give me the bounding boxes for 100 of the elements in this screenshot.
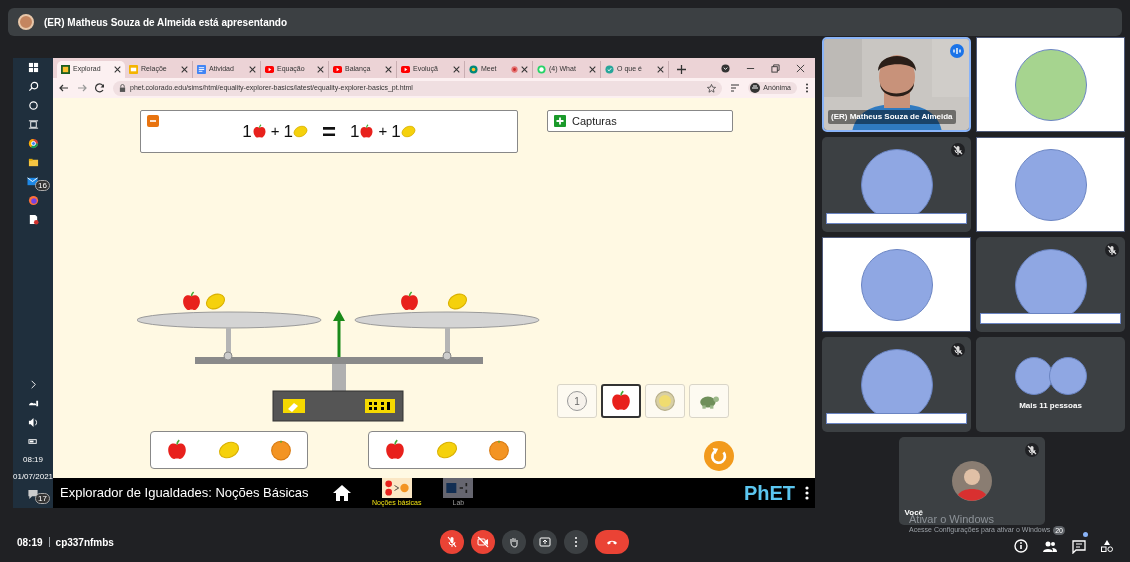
avatar <box>1014 356 1053 395</box>
mail-badge: 16 <box>35 180 50 191</box>
restore-icon[interactable] <box>771 63 780 73</box>
clock-time: 08:19 <box>23 455 43 464</box>
apple-icon[interactable] <box>401 292 418 311</box>
avatar <box>18 14 34 30</box>
chat-icon[interactable] <box>1072 539 1086 554</box>
avatar <box>951 461 992 501</box>
close-icon[interactable] <box>249 66 256 73</box>
close-icon[interactable] <box>181 66 188 73</box>
close-icon[interactable] <box>796 63 805 73</box>
close-icon[interactable] <box>589 66 596 73</box>
plus-sign: + <box>378 121 388 142</box>
equals-sign: = <box>322 116 336 147</box>
lock-icon <box>119 84 126 92</box>
reload-icon[interactable] <box>95 83 105 93</box>
menu-icon[interactable] <box>805 486 809 500</box>
apple-icon[interactable] <box>183 292 200 311</box>
windows-icon[interactable] <box>27 62 39 73</box>
coin-icon <box>654 390 676 412</box>
avatar <box>1048 356 1087 395</box>
meeting-code: cp337nfmbs <box>55 535 114 550</box>
apple-icon <box>166 439 188 461</box>
sim-title: Explorador de Igualdades: Noções Básicas <box>60 484 310 503</box>
volume-icon[interactable] <box>27 417 39 428</box>
apple-icon <box>359 124 375 139</box>
mail-icon[interactable] <box>27 176 39 187</box>
coefficient-text: 1 <box>283 120 293 143</box>
tab-search-icon[interactable] <box>721 63 730 73</box>
people-icon[interactable] <box>1042 539 1058 554</box>
play-icon <box>333 65 342 74</box>
tangerine-icon <box>488 439 510 461</box>
battery-icon[interactable] <box>27 436 39 447</box>
microphone-button[interactable] <box>440 530 464 554</box>
close-icon[interactable] <box>385 66 392 73</box>
mic-off-icon <box>446 536 458 548</box>
coefficient-text: 1 <box>350 120 360 143</box>
camera-button[interactable] <box>471 530 495 554</box>
tangerine-icon <box>270 439 292 461</box>
reset-icon <box>710 447 728 465</box>
plus-icon <box>554 115 566 127</box>
circle-icon[interactable] <box>27 100 39 111</box>
banner-text: (ER) Matheus Souza de Almeida está apresentando <box>44 15 288 30</box>
present-icon <box>539 536 551 548</box>
search-icon[interactable] <box>27 81 39 92</box>
snapshots-button[interactable]: Capturas <box>547 110 733 132</box>
lemon-icon <box>218 439 240 461</box>
new-tab-icon[interactable] <box>677 65 686 74</box>
slides-icon <box>129 65 138 74</box>
forward-icon[interactable] <box>77 83 87 93</box>
hand-icon <box>508 536 520 548</box>
notification-badge: 17 <box>35 493 50 504</box>
apple-icon <box>251 124 267 139</box>
more-options-button[interactable] <box>564 530 588 554</box>
notification-icon[interactable] <box>27 489 39 500</box>
camera-off-icon <box>477 536 489 548</box>
back-icon[interactable] <box>59 83 69 93</box>
play-icon <box>265 65 274 74</box>
close-icon[interactable] <box>521 66 528 73</box>
number-tool-button[interactable]: 1 <box>557 384 597 418</box>
close-icon[interactable] <box>453 66 460 73</box>
apple-icon <box>384 439 406 461</box>
clock-date: 01/07/2021 <box>13 472 54 481</box>
apple-icon <box>610 390 632 412</box>
chat-icon <box>537 65 546 74</box>
folder-icon[interactable] <box>27 157 39 168</box>
lemon-icon <box>293 124 308 139</box>
organize-button[interactable] <box>365 399 395 413</box>
play-icon <box>401 65 410 74</box>
browser-icon[interactable] <box>27 138 39 149</box>
coefficient-text: 1 <box>391 120 401 143</box>
tool-button[interactable] <box>601 384 641 418</box>
menu-icon[interactable] <box>805 83 809 93</box>
logo: PhET <box>743 481 795 506</box>
activities-icon[interactable] <box>1100 539 1114 553</box>
meeting-time: 08:19 <box>17 535 43 550</box>
arrow-icon <box>333 310 345 357</box>
document-icon[interactable] <box>27 214 39 225</box>
close-icon[interactable] <box>657 66 664 73</box>
lemon-icon <box>400 124 416 139</box>
star-icon[interactable] <box>707 83 717 93</box>
fox-icon[interactable] <box>27 195 39 206</box>
tray-icon[interactable] <box>27 398 39 409</box>
close-icon[interactable] <box>317 66 324 73</box>
incognito-icon <box>750 83 761 93</box>
more-people-text: Mais 11 pessoas <box>1018 400 1083 412</box>
raise-hand-button[interactable] <box>502 530 526 554</box>
plus-sign: + <box>270 121 280 142</box>
hang-up-button[interactable] <box>595 530 629 554</box>
lemon-icon <box>436 439 458 461</box>
minus-icon <box>149 117 157 125</box>
present-button[interactable] <box>533 530 557 554</box>
task-view-icon[interactable] <box>27 119 39 130</box>
app-icon <box>61 65 70 74</box>
close-icon[interactable] <box>114 66 121 73</box>
home-icon[interactable] <box>332 484 352 502</box>
info-icon[interactable] <box>1014 539 1028 553</box>
check-icon <box>605 65 614 74</box>
reading-list-icon[interactable] <box>730 83 741 93</box>
camera-app-icon <box>469 65 478 74</box>
